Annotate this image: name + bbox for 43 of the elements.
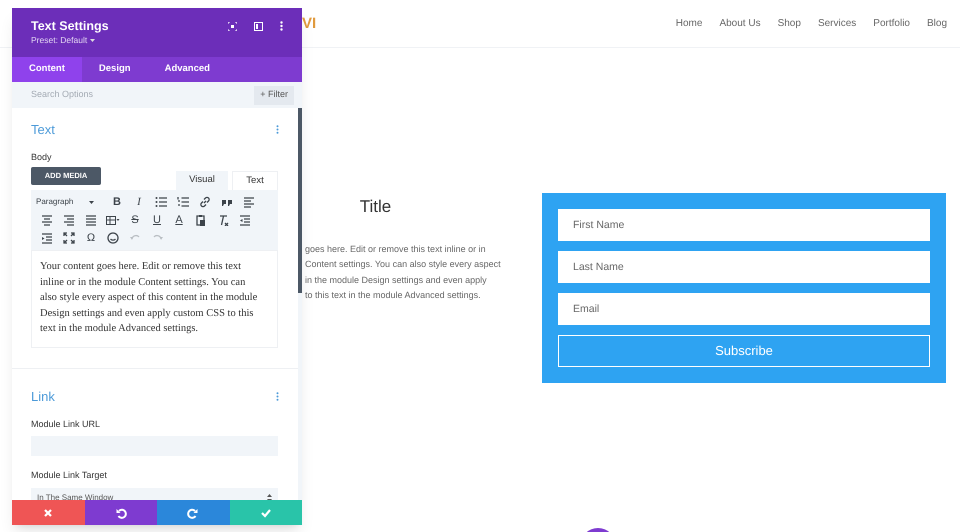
body-text-line: in the module Design settings and even apply [305,274,488,287]
nav-link[interactable]: Portfolio [873,16,910,31]
field-label: Body [31,150,53,164]
redo-button[interactable] [157,500,230,525]
caret-icon[interactable] [90,38,96,42]
form-input[interactable]: Last Name [558,251,930,283]
module-title: Title [360,196,392,218]
editor-tab[interactable]: Text [232,171,278,190]
field-label: Module Link Target [31,469,108,482]
field-label: Module Link URL [31,418,102,430]
nav-link[interactable]: Services [818,16,856,31]
body-text-line: goes here. Edit or remove this text inline or in [305,242,487,256]
panel-tab[interactable]: Advanced [148,57,227,82]
undo-icon [114,506,127,518]
logo-text: VI [302,16,316,31]
editor-tab[interactable]: Visual [176,171,228,190]
more-icon[interactable] [280,21,283,31]
editor-content[interactable]: Your content goes here. Edit or remove this text inline or in the module Content settings. You can also style every aspect of this content in the module Design settings and even apply custom CSS to this text in the module Advanced settings. [31,250,278,348]
nav-link[interactable]: Blog [926,16,947,31]
body-text-line: Content settings. You can also style every aspect [305,258,502,271]
panel-title: Text Settings [31,18,109,34]
panel-tab[interactable]: Design [82,57,148,82]
caret-icon [89,200,94,204]
split-view-icon[interactable] [254,22,263,30]
checkmark-icon [260,506,272,518]
close-icon [42,506,54,518]
search-field[interactable]: Search Options [31,88,254,102]
scrollbar[interactable] [298,108,302,293]
preset-label: Preset: Default [31,34,88,47]
nav-link[interactable]: About Us [719,16,761,31]
select-arrows-icon [267,494,272,500]
format-select[interactable]: Paragraph [36,193,106,211]
nav-link[interactable]: Home [676,16,702,31]
form-input[interactable]: First Name [558,209,930,241]
form-input[interactable]: Email [558,293,930,325]
expand-icon[interactable] [228,22,237,30]
undo-button[interactable] [84,500,157,525]
redo-icon [187,506,200,518]
target-select[interactable]: In The Same Window [31,488,278,500]
body-text-line: to this text in the module Advanced settings. [305,289,482,302]
panel-tab[interactable]: Content [12,57,82,82]
filter-button[interactable]: + Filter [254,86,294,104]
nav-link[interactable]: Shop [778,16,801,31]
